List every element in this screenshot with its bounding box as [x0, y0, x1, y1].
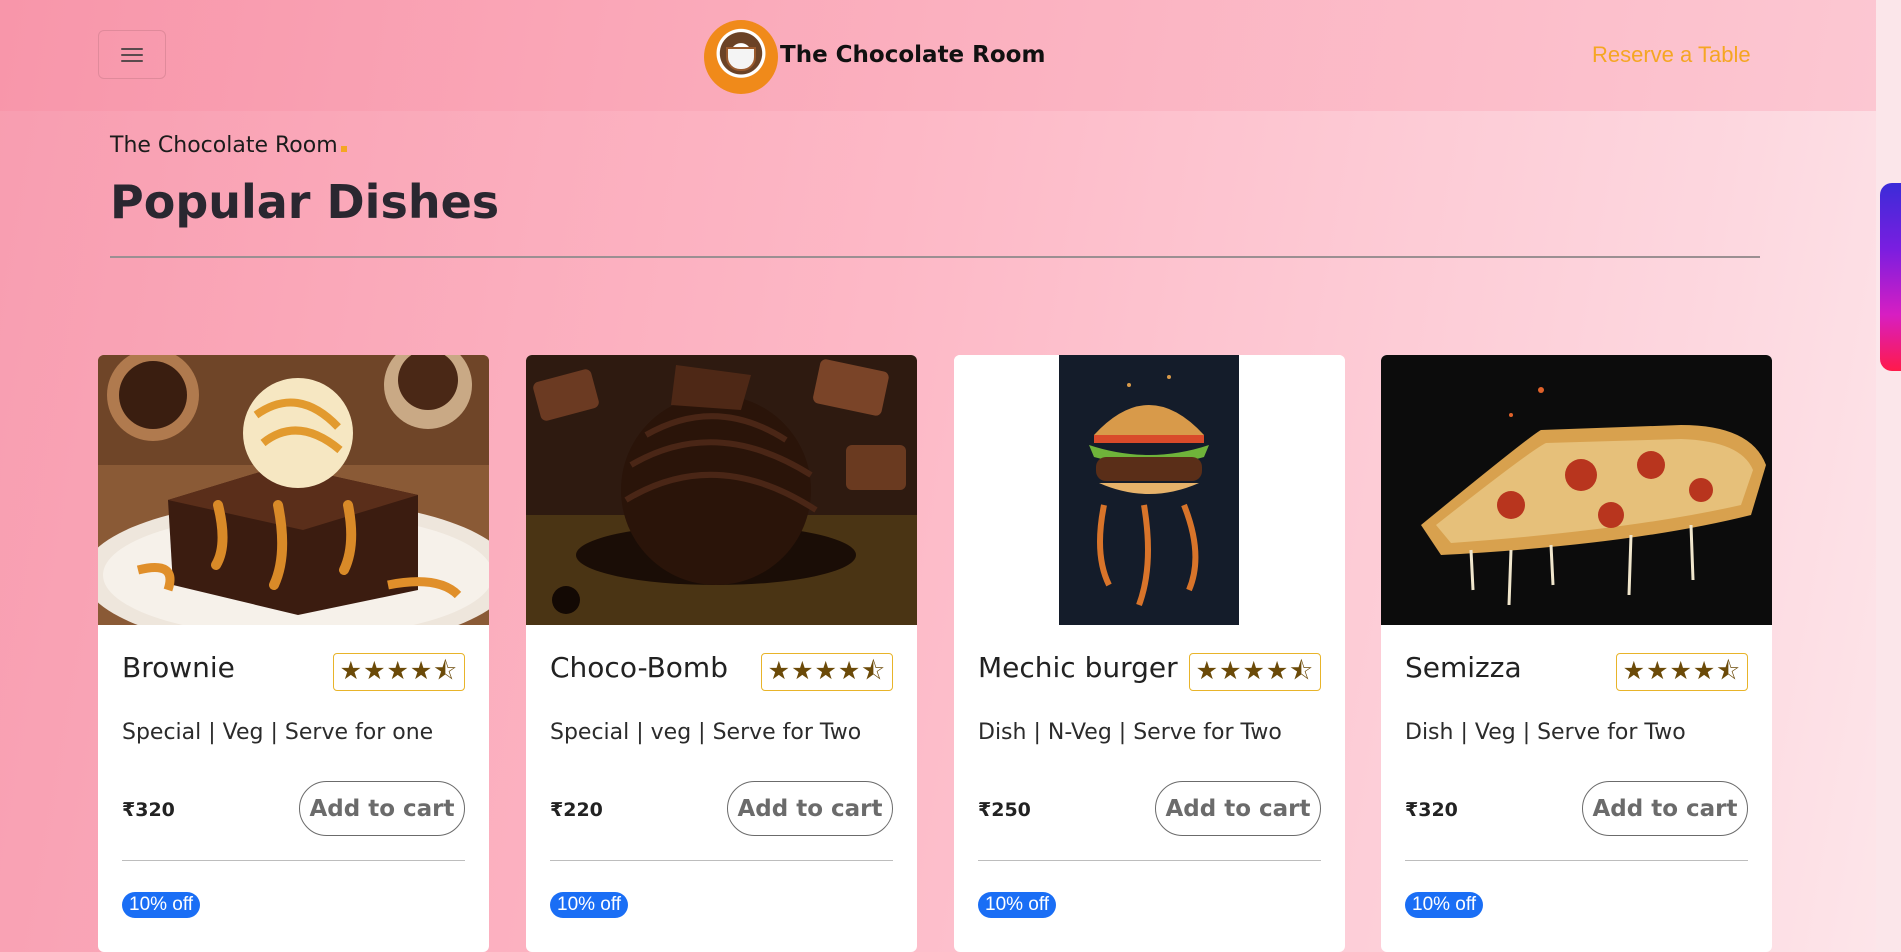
section-subtitle: The Chocolate Room [110, 133, 347, 158]
dish-card: Mechic burger ★★★★⯪ Dish | N-Veg | Serve… [954, 355, 1345, 952]
discount-badge: 10% off [978, 892, 1057, 918]
dish-description: Special | veg | Serve for Two [550, 720, 862, 745]
add-to-cart-button[interactable]: Add to cart [1155, 781, 1321, 836]
dish-card: Choco-Bomb ★★★★⯪ Special | veg | Serve f… [526, 355, 917, 952]
dish-name: Choco-Bomb [550, 651, 728, 684]
section-subtitle-text: The Chocolate Room [110, 133, 338, 158]
dish-price: ₹250 [978, 799, 1031, 821]
hamburger-menu-icon [121, 47, 143, 62]
dish-name: Brownie [122, 651, 235, 684]
reserve-table-link[interactable]: Reserve a Table [1592, 42, 1751, 68]
brand-name[interactable]: The Chocolate Room [780, 42, 1045, 68]
dish-card: Brownie ★★★★⯪ Special | Veg | Serve for … [98, 355, 489, 952]
discount-badge: 10% off [122, 892, 201, 918]
dish-card: Semizza ★★★★⯪ Dish | Veg | Serve for Two… [1381, 355, 1772, 952]
rating-stars: ★★★★⯪ [760, 653, 893, 691]
menu-toggle-button[interactable] [98, 30, 166, 79]
cup-icon [726, 47, 756, 71]
brownie-photo [98, 355, 489, 625]
add-to-cart-button[interactable]: Add to cart [1582, 781, 1748, 836]
discount-badge: 10% off [550, 892, 629, 918]
page-title: Popular Dishes [110, 175, 500, 229]
section-divider [110, 256, 1760, 258]
card-divider [550, 860, 893, 861]
page-scrollbar[interactable] [1876, 0, 1901, 952]
card-divider [1405, 860, 1748, 861]
navbar: The Chocolate Room Reserve a Table [0, 0, 1876, 111]
add-to-cart-button[interactable]: Add to cart [727, 781, 893, 836]
scrollbar-thumb[interactable] [1880, 183, 1901, 371]
dish-price: ₹320 [1405, 799, 1458, 821]
card-divider [978, 860, 1321, 861]
rating-stars: ★★★★⯪ [1615, 653, 1748, 691]
add-to-cart-button[interactable]: Add to cart [299, 781, 465, 836]
accent-dot [340, 146, 347, 152]
dish-price: ₹220 [550, 799, 603, 821]
rating-stars: ★★★★⯪ [332, 653, 465, 691]
dish-price: ₹320 [122, 799, 175, 821]
discount-badge: 10% off [1405, 892, 1484, 918]
dish-description: Dish | N-Veg | Serve for Two [978, 720, 1282, 745]
dish-description: Special | Veg | Serve for one [122, 720, 434, 745]
dish-name: Semizza [1405, 651, 1522, 684]
rating-stars: ★★★★⯪ [1188, 653, 1321, 691]
pizza-photo [1381, 355, 1772, 625]
chocolate-room-logo[interactable] [704, 20, 778, 94]
burger-photo [954, 355, 1345, 625]
dish-name: Mechic burger [978, 651, 1178, 684]
card-divider [122, 860, 465, 861]
choco-bomb-photo [526, 355, 917, 625]
dish-description: Dish | Veg | Serve for Two [1405, 720, 1686, 745]
